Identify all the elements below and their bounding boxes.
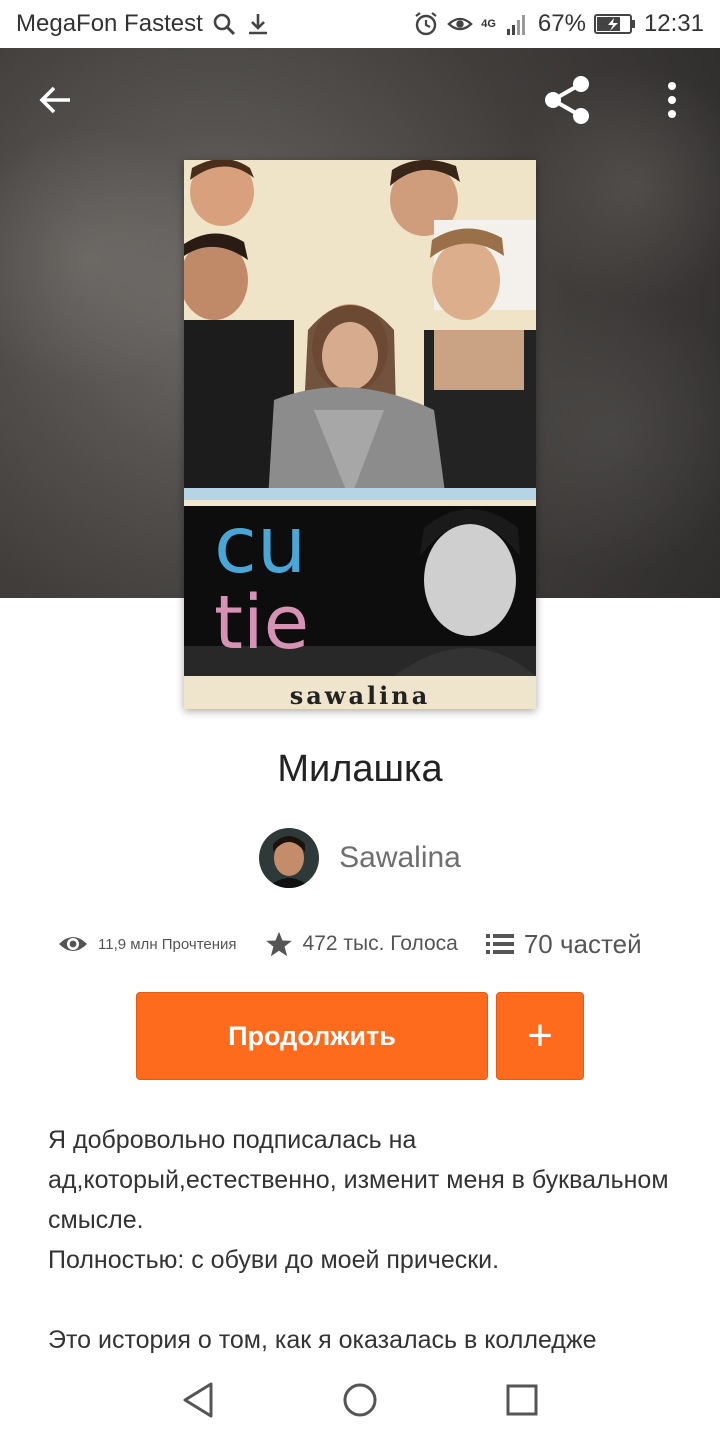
nav-recents-button[interactable] (500, 1378, 544, 1422)
nav-back-button[interactable] (176, 1378, 220, 1422)
cover-signature: sawalina (290, 681, 431, 709)
book-cover-illustration: cu tie sawalina (180, 158, 536, 710)
author-row[interactable]: Sawalina (0, 828, 720, 888)
parts-label[interactable]: 70 частей (524, 929, 642, 960)
cover-text-cu: cu (214, 501, 306, 591)
votes-stat: 472 тыс. Голоса (265, 930, 458, 958)
clock: 12:31 (643, 10, 704, 37)
add-to-library-button[interactable]: + (496, 992, 584, 1080)
eye-icon (59, 937, 87, 951)
list-icon (485, 934, 514, 954)
story-description: Я добровольно подписалась на ад,который,… (48, 1120, 678, 1400)
story-title: Милашка (277, 748, 443, 790)
reads-stat: 11,9 млн Прочтения (58, 933, 237, 955)
square-recents-icon (506, 1384, 538, 1416)
system-nav-bar (0, 1360, 720, 1440)
parts-stat[interactable]: 70 частей (485, 929, 642, 960)
back-button[interactable] (26, 70, 86, 130)
description-paragraph: Я добровольно подписалась на ад,который,… (48, 1126, 669, 1234)
share-button[interactable] (537, 70, 597, 130)
status-left: MegaFon Fastest (16, 10, 271, 38)
avatar[interactable] (259, 828, 320, 888)
alarm-icon (413, 11, 439, 37)
description-paragraph: Полностью: с обуви до моей прически. (48, 1246, 500, 1274)
more-options-button[interactable] (642, 70, 702, 130)
carrier-label: MegaFon Fastest (16, 10, 203, 37)
story-stats: 11,9 млн Прочтения 472 тыс. Голоса 70 ча… (58, 922, 678, 966)
eye-comfort-icon (447, 11, 473, 37)
cover-text-tie: tie (214, 580, 309, 666)
author-name[interactable]: Sawalina (339, 841, 461, 875)
votes-label: 472 тыс. Голоса (302, 932, 458, 955)
download-icon (245, 11, 271, 37)
triangle-back-icon (183, 1382, 213, 1418)
battery-icon (593, 11, 636, 37)
continue-reading-button[interactable]: Продолжить (136, 992, 488, 1080)
arrow-left-icon (39, 86, 70, 114)
more-vert-icon (668, 82, 676, 118)
reads-label: 11,9 млн Прочтения (98, 935, 237, 953)
share-icon (545, 76, 589, 124)
status-right: 4G 67% 12:31 (413, 10, 704, 38)
search-icon (211, 11, 237, 37)
nav-home-button[interactable] (338, 1378, 382, 1422)
star-icon (265, 931, 292, 957)
status-bar: MegaFon Fastest 4G 67% 12:31 (0, 0, 720, 48)
battery-percent: 67% (537, 10, 586, 37)
circle-home-icon (343, 1383, 377, 1417)
book-cover[interactable]: cu tie sawalina (180, 158, 536, 710)
signal-icon (504, 11, 530, 37)
description-paragraph: Это история о том, как я оказалась в кол… (48, 1326, 597, 1354)
network-type-label: 4G (481, 17, 496, 30)
